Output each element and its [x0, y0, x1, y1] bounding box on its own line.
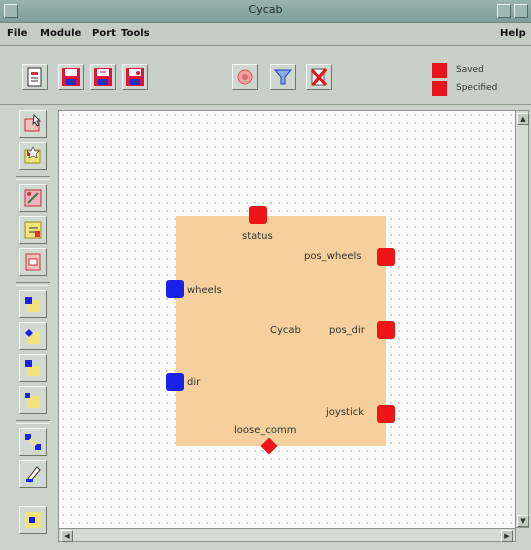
saved-legend-swatch: [432, 63, 447, 78]
port-joystick[interactable]: [377, 405, 395, 423]
specified-legend-swatch: [432, 81, 447, 96]
filter-icon[interactable]: [270, 64, 296, 90]
new-module-icon[interactable]: [19, 142, 47, 170]
vertical-scrollbar[interactable]: ▲ ▼: [515, 110, 529, 528]
module-name: Cycab: [270, 325, 301, 336]
document-icon[interactable]: [22, 64, 48, 90]
scroll-right-icon[interactable]: ▶: [501, 530, 513, 542]
specified-legend-label: Specified: [456, 83, 498, 93]
menu-tools[interactable]: Tools: [121, 28, 150, 39]
palette-separator: [16, 282, 50, 286]
port-label-pos-wheels: pos_wheels: [304, 251, 362, 262]
port-label-loose-comm: loose_comm: [234, 425, 297, 436]
add-event-port-icon[interactable]: [19, 386, 47, 414]
port-dir[interactable]: [166, 373, 184, 391]
save-all-icon[interactable]: [122, 64, 148, 90]
port-properties-icon[interactable]: [19, 506, 47, 534]
link-module-icon[interactable]: [19, 184, 47, 212]
delete-icon[interactable]: [306, 64, 332, 90]
toolbar: Saved Specified: [0, 46, 531, 105]
scroll-left-icon[interactable]: ◀: [61, 530, 73, 542]
add-input-output-port-icon[interactable]: [19, 354, 47, 382]
add-output-port-icon[interactable]: [19, 322, 47, 350]
maximize-button[interactable]: [514, 4, 528, 18]
save-as-icon[interactable]: [90, 64, 116, 90]
port-label-pos-dir: pos_dir: [329, 325, 365, 336]
scroll-down-icon[interactable]: ▼: [517, 515, 529, 527]
rename-module-icon[interactable]: [19, 216, 47, 244]
save-icon[interactable]: [58, 64, 84, 90]
horizontal-scrollbar[interactable]: ◀ ▶: [58, 528, 516, 542]
pointer-module-icon[interactable]: [19, 110, 47, 138]
saved-legend-label: Saved: [456, 65, 484, 75]
port-wheels[interactable]: [166, 280, 184, 298]
port-label-status: status: [242, 231, 273, 242]
target-icon[interactable]: [232, 64, 258, 90]
menu-file[interactable]: File: [7, 28, 27, 39]
port-pos-wheels[interactable]: [377, 248, 395, 266]
minimize-button[interactable]: [497, 4, 511, 18]
port-label-joystick: joystick: [326, 407, 365, 418]
port-status[interactable]: [249, 206, 267, 224]
copy-module-icon[interactable]: [19, 248, 47, 276]
menu-bar: File Module Port Tools Help: [0, 23, 531, 46]
menu-module[interactable]: Module: [40, 28, 81, 39]
port-label-wheels: wheels: [187, 285, 222, 296]
menu-port[interactable]: Port: [92, 28, 116, 39]
window-title: Cycab: [248, 3, 283, 16]
tool-palette: [14, 108, 52, 544]
connect-ports-icon[interactable]: [19, 428, 47, 456]
menu-help[interactable]: Help: [500, 28, 526, 39]
palette-separator: [16, 176, 50, 180]
palette-separator: [16, 420, 50, 424]
scroll-up-icon[interactable]: ▲: [517, 113, 529, 125]
pencil-icon[interactable]: [19, 460, 47, 488]
add-input-port-icon[interactable]: [19, 290, 47, 318]
title-bar: Cycab: [0, 0, 531, 23]
port-label-dir: dir: [187, 377, 201, 388]
port-pos-dir[interactable]: [377, 321, 395, 339]
